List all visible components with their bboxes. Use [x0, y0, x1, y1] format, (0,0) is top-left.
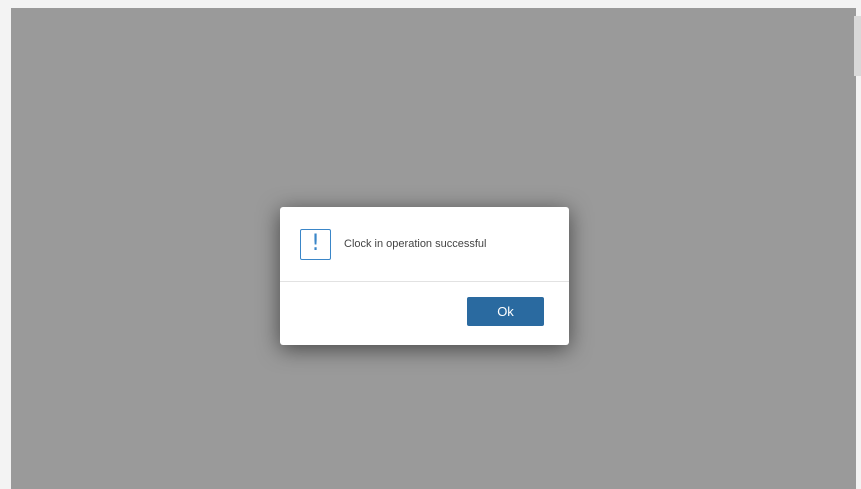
dialog-footer: Ok	[280, 282, 569, 345]
ok-button[interactable]: Ok	[467, 297, 544, 326]
alert-dialog: ! Clock in operation successful Ok	[280, 207, 569, 345]
exclamation-icon: !	[300, 228, 331, 260]
dialog-message: Clock in operation successful	[344, 238, 487, 250]
scrollbar-edge	[854, 16, 861, 76]
dialog-body: ! Clock in operation successful	[280, 207, 569, 281]
page: ! Clock in operation successful Ok	[0, 0, 861, 489]
